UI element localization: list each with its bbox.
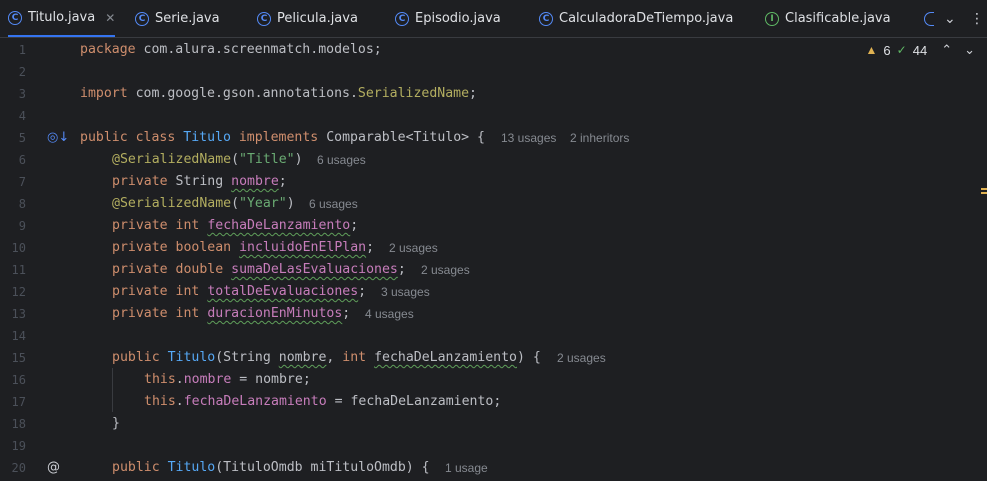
chevron-down-icon[interactable]: ⌄ — [944, 0, 956, 37]
implemented-gutter-icon[interactable]: ◎↓ — [47, 127, 69, 149]
class-icon: C — [539, 11, 553, 26]
usages-hint[interactable]: 6 usages — [309, 193, 358, 215]
line-number: 20 — [11, 461, 26, 475]
code-line: 20 @ public Titulo(TituloOmdb miTituloOm… — [0, 457, 987, 479]
usages-hint[interactable]: 4 usages — [365, 303, 414, 325]
code-text: private boolean incluidoEnElPlan; — [112, 240, 375, 255]
line-number: 12 — [11, 285, 26, 299]
code-text: @SerializedName("Title") — [112, 152, 303, 167]
close-icon[interactable]: ✕ — [105, 11, 115, 25]
code-line: 16 this.nombre = nombre; — [0, 369, 987, 391]
line-number: 1 — [18, 43, 26, 57]
tab-label: Titulo.java — [28, 10, 96, 25]
line-number: 13 — [11, 307, 26, 321]
code-line: 1 package com.alura.screenmatch.modelos; — [0, 39, 987, 61]
usages-hint[interactable]: 6 usages — [317, 149, 366, 171]
more-options-icon[interactable]: ⋮ — [970, 0, 984, 37]
line-number: 14 — [11, 329, 26, 343]
code-text: public Titulo(String nombre, int fechaDe… — [112, 350, 541, 365]
annotation-gutter-icon[interactable]: @ — [47, 457, 60, 479]
code-line: 7 private String nombre; — [0, 171, 987, 193]
usages-hint[interactable]: 2 usages — [421, 259, 470, 281]
editor-tab-bar: C Titulo.java ✕ C Serie.java C Pelicula.… — [0, 0, 987, 38]
line-number: 8 — [18, 197, 26, 211]
line-number: 10 — [11, 241, 26, 255]
class-icon: C — [395, 11, 409, 26]
tab-label: Episodio.java — [415, 11, 501, 26]
class-icon: C — [257, 11, 271, 26]
line-number: 4 — [18, 109, 26, 123]
code-line: 9 private int fechaDeLanzamiento; — [0, 215, 987, 237]
code-line: 13 private int duracionEnMinutos; 4 usag… — [0, 303, 987, 325]
tab-label: Pelicula.java — [277, 11, 358, 26]
tab-episodio-java[interactable]: C Episodio.java — [395, 0, 501, 37]
usages-hint[interactable]: 2 usages — [389, 237, 438, 259]
code-text: import com.google.gson.annotations.Seria… — [80, 86, 477, 101]
inheritors-hint[interactable]: 2 inheritors — [570, 127, 629, 149]
code-text: private int totalDeEvaluaciones; — [112, 284, 367, 299]
code-line: 2 — [0, 61, 987, 83]
code-line: 14 — [0, 325, 987, 347]
line-number: 7 — [18, 175, 26, 189]
line-number: 18 — [11, 417, 26, 431]
tab-clasificable-java[interactable]: I Clasificable.java — [765, 0, 891, 37]
line-number: 17 — [11, 395, 26, 409]
interface-icon: I — [765, 11, 779, 26]
line-number: 9 — [18, 219, 26, 233]
usages-hint[interactable]: 1 usage — [445, 457, 488, 479]
line-number: 15 — [11, 351, 26, 365]
code-line: 11 private double sumaDeLasEvaluaciones;… — [0, 259, 987, 281]
code-text: package com.alura.screenmatch.modelos; — [80, 42, 382, 57]
code-text: private double sumaDeLasEvaluaciones; — [112, 262, 406, 277]
code-text: private int duracionEnMinutos; — [112, 306, 351, 321]
code-line: 8 @SerializedName("Year") 6 usages — [0, 193, 987, 215]
line-number: 6 — [18, 153, 26, 167]
code-text: } — [112, 416, 120, 431]
code-line: 19 — [0, 435, 987, 457]
tab-titulo-java[interactable]: C Titulo.java ✕ — [8, 0, 116, 37]
code-text: private String nombre; — [112, 174, 287, 189]
tab-calculadoradetiempo-java[interactable]: C CalculadoraDeTiempo.java — [539, 0, 733, 37]
class-icon: C — [135, 11, 149, 26]
code-editor[interactable]: ▲ 6 ✓ 44 ⌃ ⌄ 1 package com.alura.screenm… — [0, 38, 987, 481]
line-number: 11 — [11, 263, 26, 277]
line-number: 3 — [18, 87, 26, 101]
code-line: 17 this.fechaDeLanzamiento = fechaDeLanz… — [0, 391, 987, 413]
code-line: 3 import com.google.gson.annotations.Ser… — [0, 83, 987, 105]
code-line: 5 ◎↓ public class Titulo implements Comp… — [0, 127, 987, 149]
line-number: 2 — [18, 65, 26, 79]
code-text: public class Titulo implements Comparabl… — [80, 130, 485, 145]
tab-serie-java[interactable]: C Serie.java — [135, 0, 220, 37]
code-line: 12 private int totalDeEvaluaciones; 3 us… — [0, 281, 987, 303]
tab-label: Serie.java — [155, 11, 220, 26]
code-line: 10 private boolean incluidoEnElPlan; 2 u… — [0, 237, 987, 259]
usages-hint[interactable]: 2 usages — [557, 347, 606, 369]
class-icon: C — [8, 10, 22, 25]
line-number: 19 — [11, 439, 26, 453]
tab-label: Clasificable.java — [785, 11, 891, 26]
usages-hint[interactable]: 3 usages — [381, 281, 430, 303]
line-number: 5 — [18, 131, 26, 145]
code-line: 4 — [0, 105, 987, 127]
line-number: 16 — [11, 373, 26, 387]
code-line: 6 @SerializedName("Title") 6 usages — [0, 149, 987, 171]
tab-pelicula-java[interactable]: C Pelicula.java — [257, 0, 358, 37]
tab-label: CalculadoraDeTiempo.java — [559, 11, 734, 26]
partial-tab-icon[interactable] — [924, 0, 934, 37]
code-line: 18 } — [0, 413, 987, 435]
usages-hint[interactable]: 13 usages — [501, 127, 556, 149]
code-line: 15 public Titulo(String nombre, int fech… — [0, 347, 987, 369]
code-text: this.nombre = nombre; — [144, 372, 311, 387]
code-text: private int fechaDeLanzamiento; — [112, 218, 359, 233]
code-text: this.fechaDeLanzamiento = fechaDeLanzami… — [144, 394, 502, 409]
code-text: @SerializedName("Year") — [112, 196, 295, 211]
code-text: public Titulo(TituloOmdb miTituloOmdb) { — [112, 460, 430, 475]
